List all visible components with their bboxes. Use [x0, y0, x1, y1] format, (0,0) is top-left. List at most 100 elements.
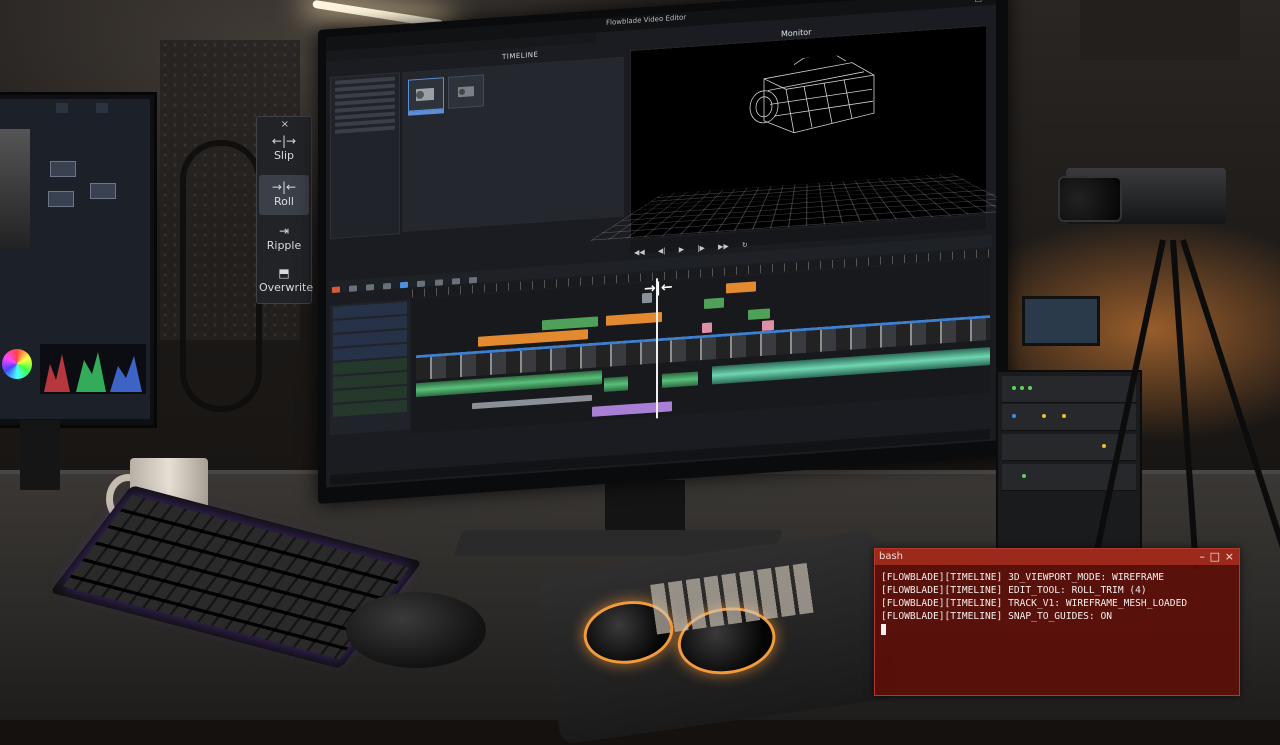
rgb-parade-scope	[40, 344, 146, 394]
timeline-panel-label: TIMELINE	[502, 50, 539, 62]
media-bin-list	[330, 72, 400, 240]
roll-trim-cursor-icon: →|←	[644, 279, 673, 298]
track-header-a4[interactable]	[333, 399, 407, 417]
editor-window: Flowblade Video Editor – □ × TIMELINE	[326, 0, 996, 488]
rewind-icon[interactable]: ◀◀	[634, 248, 645, 257]
secondary-monitor-screen	[0, 99, 150, 419]
minimize-icon[interactable]: –	[968, 0, 972, 4]
menu-item[interactable]	[352, 58, 360, 69]
tool-slip-label: Slip	[273, 149, 295, 162]
undo-icon[interactable]	[417, 280, 426, 288]
color-node[interactable]	[50, 161, 76, 177]
play-icon[interactable]: ▶	[679, 245, 684, 253]
rack-led	[1020, 386, 1024, 390]
menu-item[interactable]	[365, 57, 373, 68]
track-headers	[330, 299, 410, 436]
rack-led	[1062, 414, 1066, 418]
hanging-cables	[180, 140, 262, 412]
rack-led	[1022, 474, 1026, 478]
media-clip-thumbnail[interactable]	[448, 74, 484, 109]
maximize-icon[interactable]: □	[974, 0, 982, 3]
tool-ripple-label: Ripple	[266, 239, 302, 252]
terminal-close-icon[interactable]: ×	[1225, 550, 1234, 563]
media-clip-thumbnail[interactable]	[408, 77, 444, 112]
timeline-clip[interactable]	[606, 311, 662, 326]
tool-roll-label: Roll	[274, 195, 294, 208]
color-wheel[interactable]	[2, 349, 32, 379]
main-monitor: Flowblade Video Editor – □ × TIMELINE	[318, 0, 1008, 505]
razor-icon[interactable]	[332, 286, 340, 294]
terminal-output[interactable]: [FLOWBLADE][TIMELINE] 3D_VIEWPORT_MODE: …	[881, 571, 1233, 689]
redo-icon[interactable]	[434, 279, 443, 286]
slip-icon: ←|→	[271, 134, 297, 148]
rack-led	[1012, 386, 1016, 390]
timeline-clip[interactable]	[592, 401, 672, 417]
tool-overwrite-label: Overwrite	[259, 281, 314, 294]
timeline-playhead[interactable]	[656, 278, 658, 419]
bin-item[interactable]	[335, 125, 395, 134]
terminal-minimize-icon[interactable]: –	[1200, 550, 1206, 563]
roll-icon: →|←	[271, 180, 297, 194]
menu-item[interactable]	[339, 59, 347, 70]
timeline-clip[interactable]	[704, 297, 724, 310]
rack-led	[1028, 386, 1032, 390]
rack-led	[1102, 444, 1106, 448]
terminal-line: [FLOWBLADE][TIMELINE] SNAP_TO_GUIDES: ON	[881, 611, 1113, 622]
camera-lens	[1058, 176, 1122, 222]
equipment-rack	[996, 370, 1142, 554]
terminal-line: [FLOWBLADE][TIMELINE] EDIT_TOOL: ROLL_TR…	[881, 585, 1147, 596]
loop-icon[interactable]: ↻	[742, 241, 748, 249]
node-editor-tab[interactable]	[56, 103, 68, 113]
node-editor-tab-2[interactable]	[96, 103, 108, 113]
app-title: Flowblade Video Editor	[606, 13, 687, 27]
3d-wireframe-viewport[interactable]	[590, 25, 996, 241]
ripple-icon: ⇥	[278, 224, 290, 238]
terminal-title: bash	[879, 551, 904, 562]
zoom-in-icon[interactable]	[451, 278, 460, 285]
audio-clip[interactable]	[604, 376, 628, 393]
media-clip-pane	[402, 56, 624, 233]
secondary-monitor	[0, 92, 157, 428]
terminal-maximize-icon[interactable]: □	[1210, 550, 1220, 563]
fast-forward-icon[interactable]: ▶▶	[718, 242, 729, 251]
background-laptop	[1022, 296, 1100, 346]
snap-icon[interactable]	[400, 281, 409, 289]
overwrite-icon[interactable]	[383, 282, 392, 290]
rack-led	[1042, 414, 1046, 418]
edit-tool-palette: × ←|→ Slip →|← Roll ⇥ Ripple ⬒ Overwrite	[256, 116, 314, 304]
timeline-clip[interactable]	[726, 281, 756, 294]
tool-slip-button[interactable]: ←|→ Slip	[259, 129, 309, 169]
timeline-clip[interactable]	[702, 322, 712, 334]
rack-unit	[1002, 404, 1136, 431]
rack-unit	[1002, 376, 1136, 403]
control-surface-keys	[650, 562, 816, 635]
next-frame-icon[interactable]: |▶	[697, 244, 705, 253]
tool-roll-button[interactable]: →|← Roll	[259, 175, 309, 215]
terminal-window[interactable]: bash – □ × [FLOWBLADE][TIMELINE] 3D_VIEW…	[874, 548, 1240, 696]
terminal-titlebar[interactable]: bash – □ ×	[875, 549, 1239, 565]
insert-icon[interactable]	[366, 284, 375, 291]
computer-mouse	[346, 592, 486, 668]
tool-ripple-button[interactable]: ⇥ Ripple	[259, 219, 309, 259]
overwrite-icon: ⬒	[278, 266, 290, 280]
terminal-cursor	[881, 623, 886, 635]
audio-clip[interactable]	[662, 371, 698, 388]
terminal-line: [FLOWBLADE][TIMELINE] TRACK_V1: WIREFRAM…	[881, 598, 1188, 609]
color-node[interactable]	[48, 191, 74, 207]
color-node[interactable]	[90, 183, 116, 199]
preview-thumbnail	[0, 129, 30, 249]
prev-frame-icon[interactable]: ◀|	[658, 247, 666, 256]
wireframe-camera-model	[749, 53, 875, 134]
menu-item[interactable]	[377, 56, 385, 67]
tool-overwrite-button[interactable]: ⬒ Overwrite	[259, 261, 314, 301]
secondary-monitor-stand	[20, 420, 60, 490]
timeline-clip[interactable]	[748, 308, 770, 320]
timeline-clip[interactable]	[542, 316, 598, 331]
menu-item[interactable]	[326, 60, 334, 71]
zoom-out-icon[interactable]	[468, 276, 477, 284]
acoustic-panel	[1080, 0, 1240, 60]
timeline-clip[interactable]	[472, 394, 592, 410]
close-icon[interactable]: ×	[985, 0, 992, 2]
select-icon[interactable]	[349, 285, 358, 292]
rack-led	[1012, 414, 1016, 418]
